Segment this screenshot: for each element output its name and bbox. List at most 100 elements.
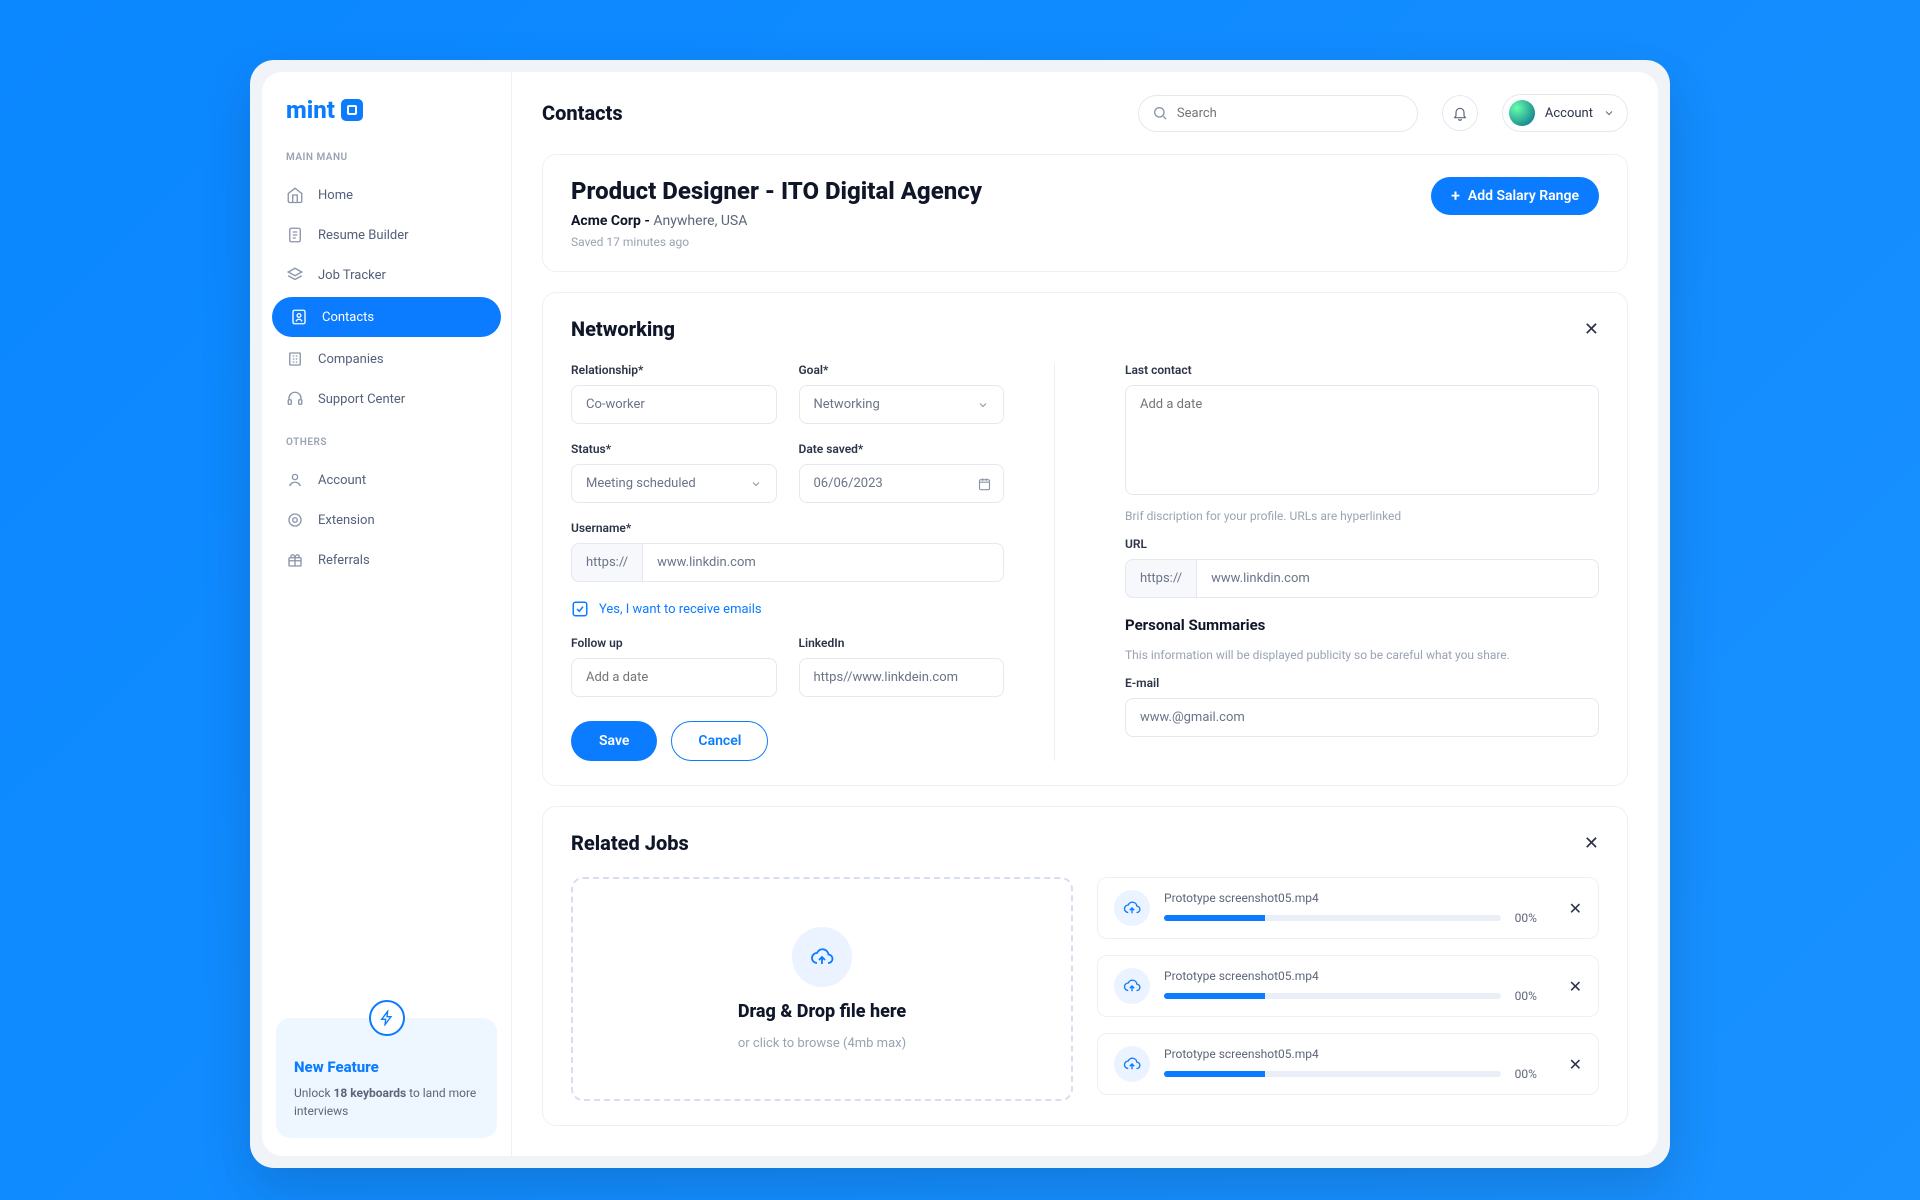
remove-upload-button[interactable]: ✕ (1569, 1055, 1582, 1074)
username-input[interactable] (642, 543, 1004, 582)
file-dropzone[interactable]: Drag & Drop file here or click to browse… (571, 877, 1073, 1101)
networking-card: Networking ✕ Relationship* Goal* Network… (542, 292, 1628, 786)
gift-icon (286, 551, 304, 569)
linkedin-label: LinkedIn (799, 636, 1005, 650)
email-input[interactable] (1125, 698, 1599, 737)
summaries-hint: This information will be displayed publi… (1125, 648, 1599, 662)
sidebar-section-others: OTHERS (262, 437, 511, 460)
sidebar-item-companies[interactable]: Companies (262, 339, 511, 379)
plus-icon: + (1451, 188, 1460, 204)
goal-label: Goal* (799, 363, 1005, 377)
date-saved-input[interactable] (799, 464, 1005, 503)
status-select[interactable]: Meeting scheduled (571, 464, 777, 503)
username-label: Username* (571, 521, 1004, 535)
cancel-button[interactable]: Cancel (671, 721, 768, 761)
remove-upload-button[interactable]: ✕ (1569, 899, 1582, 918)
checkbox-checked-icon (571, 600, 589, 618)
sidebar-item-extension[interactable]: Extension (262, 500, 511, 540)
sidebar: mint MAIN MANU Home Resume Builder Job T… (262, 72, 512, 1156)
building-icon (286, 350, 304, 368)
linkedin-input[interactable] (799, 658, 1005, 697)
url-label: URL (1125, 537, 1599, 551)
sidebar-item-label: Referrals (318, 553, 370, 568)
upload-row: Prototype screenshot05.mp4 00% ✕ (1097, 1033, 1599, 1095)
upload-progress-bar (1164, 915, 1501, 921)
upload-progress-bar (1164, 993, 1501, 999)
sidebar-item-account[interactable]: Account (262, 460, 511, 500)
email-label: E-mail (1125, 676, 1599, 690)
followup-label: Follow up (571, 636, 777, 650)
status-label: Status* (571, 442, 777, 456)
sidebar-section-main: MAIN MANU (262, 152, 511, 175)
sidebar-item-label: Companies (318, 352, 384, 367)
new-feature-card: New Feature Unlock 18 keyboards to land … (276, 1018, 497, 1138)
url-prefix: https:// (571, 543, 642, 582)
upload-row: Prototype screenshot05.mp4 00% ✕ (1097, 877, 1599, 939)
job-header-card: Product Designer - ITO Digital Agency Ac… (542, 154, 1628, 272)
description-hint: Brif discription for your profile. URLs … (1125, 509, 1599, 523)
upload-filename: Prototype screenshot05.mp4 (1164, 1047, 1555, 1061)
upload-list: Prototype screenshot05.mp4 00% ✕ (1097, 877, 1599, 1101)
followup-input[interactable] (571, 658, 777, 697)
relationship-label: Relationship* (571, 363, 777, 377)
sidebar-item-label: Home (318, 188, 353, 203)
related-jobs-card: Related Jobs ✕ Drag & Drop file here or … (542, 806, 1628, 1126)
account-menu[interactable]: Account (1502, 94, 1628, 132)
sidebar-item-label: Job Tracker (318, 268, 386, 283)
receive-emails-checkbox[interactable]: Yes, I want to receive emails (571, 600, 1004, 618)
home-icon (286, 186, 304, 204)
document-icon (286, 226, 304, 244)
account-label: Account (1545, 106, 1593, 121)
avatar (1509, 100, 1535, 126)
topbar: Contacts Account (512, 72, 1658, 154)
close-icon[interactable]: ✕ (1584, 319, 1599, 340)
sidebar-item-resume-builder[interactable]: Resume Builder (262, 215, 511, 255)
sidebar-item-label: Resume Builder (318, 228, 409, 243)
add-salary-range-button[interactable]: + Add Salary Range (1431, 177, 1599, 215)
upload-percent: 00% (1515, 989, 1555, 1003)
puzzle-icon (286, 511, 304, 529)
file-icon (1114, 1046, 1150, 1082)
bolt-icon (369, 1000, 405, 1036)
networking-title: Networking (571, 317, 675, 341)
url-prefix: https:// (1125, 559, 1196, 598)
file-icon (1114, 890, 1150, 926)
upload-row: Prototype screenshot05.mp4 00% ✕ (1097, 955, 1599, 1017)
sidebar-item-label: Contacts (322, 310, 374, 325)
search-input[interactable] (1138, 95, 1418, 132)
last-contact-input[interactable] (1125, 385, 1599, 495)
save-button[interactable]: Save (571, 721, 657, 761)
file-icon (1114, 968, 1150, 1004)
search-icon (1152, 105, 1168, 121)
chevron-down-icon (977, 399, 989, 411)
remove-upload-button[interactable]: ✕ (1569, 977, 1582, 996)
calendar-icon (977, 476, 992, 491)
notifications-button[interactable] (1442, 95, 1478, 131)
page-title: Contacts (542, 101, 623, 125)
saved-timestamp: Saved 17 minutes ago (571, 235, 982, 249)
close-icon[interactable]: ✕ (1584, 833, 1599, 854)
url-input[interactable] (1196, 559, 1599, 598)
chevron-down-icon (750, 478, 762, 490)
feature-body: Unlock 18 keyboards to land more intervi… (294, 1084, 479, 1120)
dropzone-subtitle: or click to browse (4mb max) (738, 1036, 906, 1051)
sidebar-item-referrals[interactable]: Referrals (262, 540, 511, 580)
job-title: Product Designer - ITO Digital Agency (571, 177, 982, 205)
user-icon (286, 471, 304, 489)
sidebar-item-job-tracker[interactable]: Job Tracker (262, 255, 511, 295)
brand-name: mint (286, 96, 335, 124)
relationship-input[interactable] (571, 385, 777, 424)
stack-icon (286, 266, 304, 284)
upload-filename: Prototype screenshot05.mp4 (1164, 969, 1555, 983)
sidebar-item-contacts[interactable]: Contacts (272, 297, 501, 337)
sidebar-item-home[interactable]: Home (262, 175, 511, 215)
upload-percent: 00% (1515, 911, 1555, 925)
sidebar-item-support[interactable]: Support Center (262, 379, 511, 419)
last-contact-label: Last contact (1125, 363, 1599, 377)
contacts-icon (290, 308, 308, 326)
main: Contacts Account Product Designer - ITO … (512, 72, 1658, 1156)
date-saved-label: Date saved* (799, 442, 1005, 456)
goal-select[interactable]: Networking (799, 385, 1005, 424)
bell-icon (1452, 105, 1468, 121)
job-subtitle: Acme Corp - Anywhere, USA (571, 213, 982, 229)
